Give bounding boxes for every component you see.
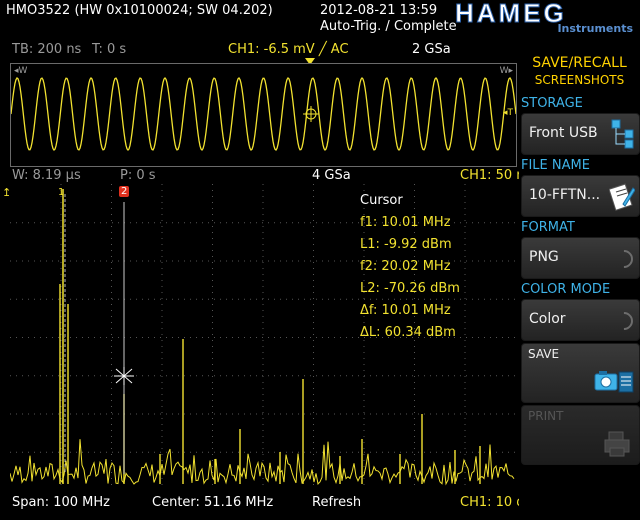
- storage-value: Front USB: [529, 125, 598, 141]
- cursor-readout: Cursor f1: 10.01 MHz L1: -9.92 dBm f2: 2…: [360, 190, 460, 344]
- top-status-bar: HMO3522 (HW 0x10100024; SW 04.202) 2012-…: [0, 0, 640, 38]
- format-button[interactable]: PNG: [521, 237, 640, 279]
- zoom-left-marker: ◂W: [14, 66, 28, 76]
- print-button[interactable]: PRINT: [521, 405, 640, 465]
- spectrum-noise-floor: [10, 439, 515, 486]
- mode-label: Refresh: [312, 495, 362, 510]
- format-heading: FORMAT: [521, 220, 575, 235]
- cursor-f2: f2: 20.02 MHz: [360, 259, 451, 274]
- storage-heading: STORAGE: [521, 96, 583, 111]
- fft-sample-rate-label: 4 GSa: [312, 168, 351, 183]
- filename-value: 10-FFTN...: [529, 187, 601, 203]
- time-waveform-trace: [11, 76, 516, 152]
- span-label: Span: 100 MHz: [12, 495, 110, 510]
- brand-logo: HAMEG Instruments: [455, 0, 637, 36]
- save-button[interactable]: SAVE: [521, 343, 640, 403]
- time-waveform-svg: [11, 76, 516, 152]
- brand-name: HAMEG: [455, 0, 567, 29]
- spectrum-display[interactable]: 1 2 ↥ Cursor f1: 10.01 MHz L1: -9.92 dBm…: [2, 184, 515, 490]
- cursor-f1: f1: 10.01 MHz: [360, 215, 451, 230]
- menu-title-line2: SCREENSHOTS: [534, 73, 625, 87]
- storage-button[interactable]: Front USB: [521, 113, 640, 155]
- center-label: Center: 51.16 MHz: [152, 495, 274, 510]
- ch1-trigger-label: CH1: -6.5 mV ╱ AC: [228, 42, 349, 57]
- fft-ch1-label: CH1: 50 m: [460, 168, 520, 183]
- format-value: PNG: [529, 249, 559, 265]
- cursor-marker-1[interactable]: 1: [58, 187, 64, 198]
- camera-save-icon: [594, 371, 634, 393]
- reference-level-marker: ↥: [2, 186, 12, 199]
- sample-rate-label: 2 GSa: [412, 42, 451, 57]
- filename-button[interactable]: 10-FFTN...: [521, 175, 640, 217]
- zoom-right-marker: W▸: [499, 66, 513, 76]
- printer-icon: [604, 431, 630, 457]
- colormode-value: Color: [529, 311, 566, 327]
- rotate-arrow-icon: [611, 308, 637, 334]
- file-edit-icon: [609, 183, 635, 211]
- cursor-title: Cursor: [360, 193, 403, 208]
- cursor-l1: L1: -9.92 dBm: [360, 237, 452, 252]
- trigger-level-marker: ◂T: [502, 108, 513, 118]
- timebase-label: TB: 200 ns: [12, 42, 82, 57]
- filename-heading: FILE NAME: [521, 158, 590, 173]
- datetime: 2012-08-21 13:59: [320, 3, 438, 18]
- trigger-status: Auto-Trig. / Complete: [320, 19, 457, 34]
- usb-tree-icon: [611, 119, 634, 149]
- device-info: HMO3522 (HW 0x10100024; SW 04.202): [6, 3, 273, 18]
- cursor-l2: L2: -70.26 dBm: [360, 281, 460, 296]
- save-label: SAVE: [528, 347, 560, 361]
- colormode-heading: COLOR MODE: [521, 282, 611, 297]
- brand-subtitle: Instruments: [557, 22, 633, 35]
- colormode-button[interactable]: Color: [521, 299, 640, 341]
- cursor-delta-f: Δf: 10.01 MHz: [360, 303, 451, 318]
- menu-title-line1: SAVE/RECALL: [532, 55, 627, 71]
- cursor-delta-l: ΔL: 60.34 dBm: [360, 325, 456, 340]
- window-length-label: W: 8.19 µs: [12, 168, 81, 183]
- print-label: PRINT: [528, 409, 564, 423]
- menu-title: SAVE/RECALL SCREENSHOTS: [521, 55, 638, 89]
- rotate-arrow-icon: [611, 246, 637, 272]
- trigger-time-label: T: 0 s: [92, 42, 127, 57]
- cursor-cross-icon: [114, 367, 134, 385]
- position-label: P: 0 s: [120, 168, 156, 183]
- cursor-marker-2[interactable]: 2: [119, 186, 130, 197]
- zoom-waveform-window: ◂W W▸ ◂T: [10, 63, 517, 167]
